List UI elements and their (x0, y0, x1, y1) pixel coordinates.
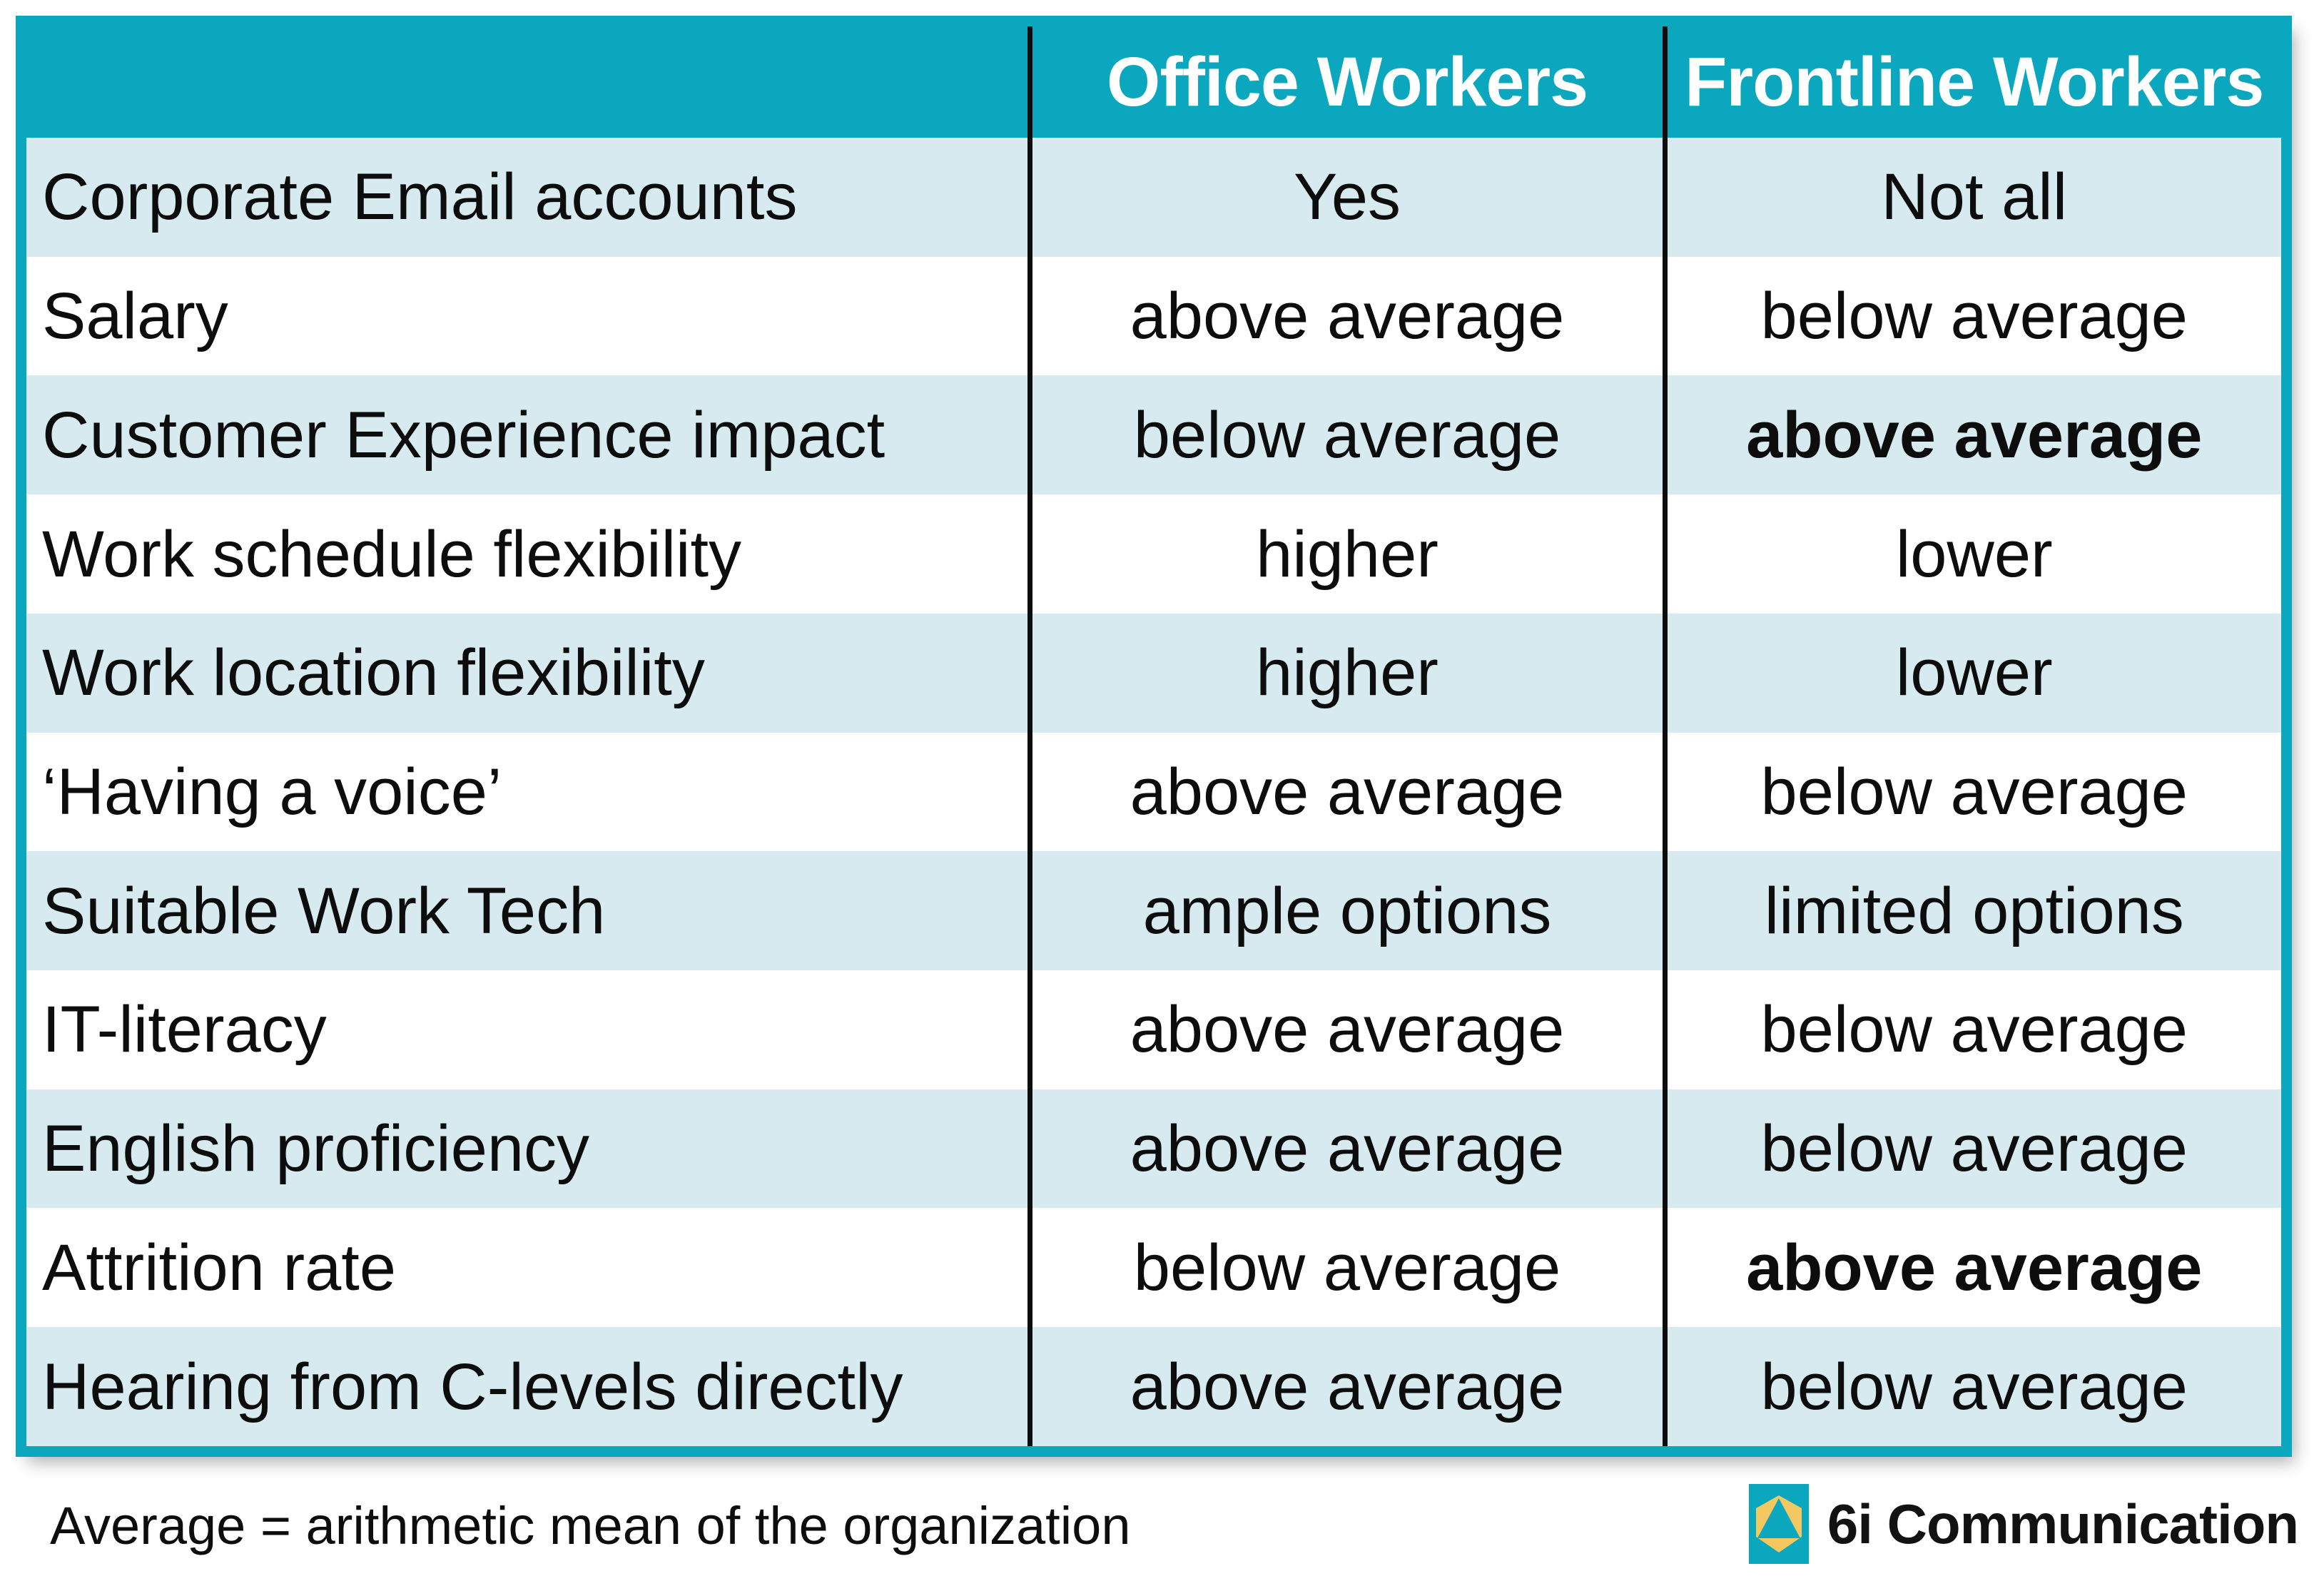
row-attribute-label: Corporate Email accounts (42, 161, 798, 234)
column-header-attribute (26, 26, 1030, 138)
cell-office-workers: above average (1027, 256, 1665, 376)
cell-frontline-workers: below average (1662, 1089, 2281, 1209)
table-row: Salary above average below average (26, 256, 2281, 376)
cell-office-workers: above average (1027, 970, 1665, 1089)
table-body: Corporate Email accounts Yes Not all Salary… (26, 138, 2281, 1446)
table-header: Office Workers Frontline Workers (26, 26, 2281, 138)
comparison-table-container: Office Workers Frontline Workers Corpora… (16, 16, 2292, 1457)
table-row: English proficiency above average below av… (26, 1089, 2281, 1209)
cell-frontline-workers: below average (1662, 970, 2281, 1089)
row-attribute-label: Attrition rate (42, 1231, 396, 1304)
row-attribute-label: Hearing from C-levels directly (42, 1350, 903, 1423)
cell-frontline-workers: above average (1662, 1208, 2281, 1328)
row-attribute-label: Work schedule flexibility (42, 517, 742, 591)
table-row: Attrition rate below average above average (26, 1208, 2281, 1328)
cell-office-workers: below average (1027, 375, 1665, 495)
table-row: IT-literacy above average below average (26, 970, 2281, 1089)
cell-office-workers: Yes (1027, 138, 1665, 257)
hexagon-triangle-logo-icon (1748, 1484, 1809, 1564)
cell-office-workers: higher (1027, 613, 1665, 733)
table-row: Work schedule flexibility higher lower (26, 494, 2281, 614)
cell-office-workers: above average (1027, 1089, 1665, 1209)
cell-office-workers: below average (1027, 1208, 1665, 1328)
cell-office-workers: higher (1027, 494, 1665, 614)
cell-office-workers: above average (1027, 732, 1665, 852)
row-attribute-label: ‘Having a voice’ (42, 755, 502, 828)
table-row: Suitable Work Tech ample options limited o… (26, 851, 2281, 971)
cell-frontline-workers: lower (1662, 494, 2281, 614)
cell-frontline-workers: Not all (1662, 138, 2281, 257)
cell-frontline-workers: below average (1662, 732, 2281, 852)
row-attribute-label: English proficiency (42, 1112, 590, 1186)
brand-name-text: 6i Communication (1827, 1492, 2299, 1555)
table-row: Hearing from C-levels directly above aver… (26, 1327, 2281, 1446)
cell-frontline-workers: below average (1662, 256, 2281, 376)
table-row: Customer Experience impact below average a… (26, 375, 2281, 495)
comparison-table: Office Workers Frontline Workers Corpora… (26, 26, 2281, 1446)
row-attribute-label: Customer Experience impact (42, 398, 886, 472)
footnote-text: Average = arithmetic mean of the organiz… (50, 1496, 1131, 1555)
cell-frontline-workers: lower (1662, 613, 2281, 733)
footer: Average = arithmetic mean of the organiz… (0, 1474, 2324, 1591)
cell-office-workers: above average (1027, 1327, 1665, 1446)
row-attribute-label: Salary (42, 280, 228, 353)
table-row: ‘Having a voice’ above average below avera… (26, 732, 2281, 852)
cell-office-workers: ample options (1027, 851, 1665, 971)
table-row: Corporate Email accounts Yes Not all (26, 138, 2281, 257)
row-attribute-label: IT-literacy (42, 993, 327, 1067)
cell-frontline-workers: above average (1662, 375, 2281, 495)
table-row: Work location flexibility higher lower (26, 613, 2281, 733)
cell-frontline-workers: limited options (1662, 851, 2281, 971)
row-attribute-label: Work location flexibility (42, 636, 705, 710)
header-row: Office Workers Frontline Workers (26, 26, 2281, 138)
row-attribute-label: Suitable Work Tech (42, 874, 606, 947)
cell-frontline-workers: below average (1662, 1327, 2281, 1446)
brand-lockup: 6i Communication (1748, 1484, 2299, 1564)
column-header-office-workers: Office Workers (1027, 26, 1665, 138)
column-header-frontline-workers: Frontline Workers (1662, 26, 2281, 138)
